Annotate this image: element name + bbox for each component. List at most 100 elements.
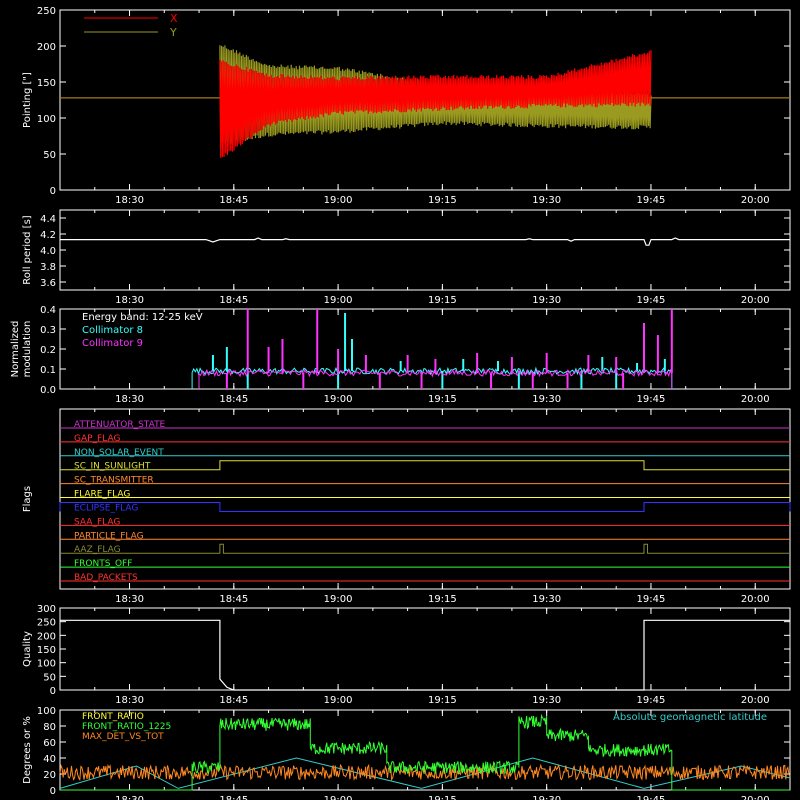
legend-label: X <box>170 12 178 25</box>
y-tick-label: 4.4 <box>40 214 56 225</box>
x-tick-label: 18:45 <box>219 594 248 605</box>
y-tick-label: 20 <box>43 770 56 781</box>
x-tick-label: 19:15 <box>428 695 457 706</box>
flag-line <box>59 502 791 512</box>
x-tick-label: 18:30 <box>115 695 144 706</box>
x-tick-label: 18:45 <box>219 195 248 206</box>
x-tick-label: 19:00 <box>324 295 353 306</box>
x-tick-label: 18:30 <box>115 394 144 405</box>
y-tick-label: 0 <box>50 686 56 697</box>
y-axis-label: Degrees or % <box>22 716 33 784</box>
y-tick-label: 4.0 <box>40 246 56 257</box>
legend-label: Y <box>169 26 177 39</box>
flag-label: GAP_FLAG <box>74 434 120 444</box>
y-tick-label: 0 <box>50 186 56 197</box>
legend-label: FRONT_RATIO <box>82 712 144 722</box>
y-tick-label: 3.8 <box>40 262 56 273</box>
panel-modulation: 18:30 18:45 19:00 19:15 19:30 19:45 20:00 0.0 0.… <box>10 305 791 405</box>
x-tick-label: 19:15 <box>428 594 457 605</box>
flag-label: PARTICLE_FLAG <box>74 531 144 541</box>
y-tick-label: 80 <box>43 722 56 733</box>
y-axis-label: Quality <box>22 631 33 667</box>
y-tick-label: 0 <box>50 786 56 797</box>
x-tick-label: 19:45 <box>637 295 666 306</box>
x-tick-label: 20:00 <box>741 695 770 706</box>
x-tick-label: 19:15 <box>428 394 457 405</box>
x-tick-label: 19:30 <box>532 795 561 800</box>
y-tick-label: 300 <box>37 604 56 615</box>
quality-series-line <box>60 619 790 691</box>
legend-label: FRONT_RATIO_1225 <box>82 722 171 732</box>
legend-label: Collimator 8 <box>82 325 143 336</box>
flag-label: SC_IN_SUNLIGHT <box>74 462 151 472</box>
x-tick-label: 19:00 <box>324 594 353 605</box>
y-tick-label: 100 <box>37 659 56 670</box>
y-tick-label: 3.6 <box>40 278 56 289</box>
x-tick-label: 20:00 <box>741 795 770 800</box>
y-tick-label: 200 <box>37 631 56 642</box>
y-axis-label: Flags <box>22 486 33 512</box>
x-tick-label: 19:45 <box>637 394 666 405</box>
y-tick-label: 250 <box>37 618 56 629</box>
panel-quality: 18:30 18:45 19:00 19:15 19:30 19:45 20:00 0 50 10… <box>22 604 791 706</box>
y-tick-label: 150 <box>37 645 56 656</box>
x-tick-label: 18:45 <box>219 695 248 706</box>
y-tick-label: 0.3 <box>40 325 56 336</box>
flags-frame <box>59 408 791 590</box>
modulation-series-line <box>191 366 673 389</box>
y-axis-label: Pointing ["] <box>22 72 33 128</box>
flag-label: SAA_FLAG <box>74 517 120 527</box>
y-axis-label: Roll period [s] <box>22 215 33 284</box>
flag-label: NON_SOLAR_EVENT <box>74 448 164 458</box>
flag-line <box>60 543 790 554</box>
x-tick-label: 19:45 <box>637 195 666 206</box>
legend-label: Collimator 9 <box>82 338 143 349</box>
y-axis-label: modulation <box>22 321 33 378</box>
x-tick-label: 18:30 <box>115 295 144 306</box>
x-tick-label: 18:45 <box>219 795 248 800</box>
x-tick-label: 18:30 <box>115 594 144 605</box>
x-tick-label: 18:45 <box>219 394 248 405</box>
x-tick-label: 19:45 <box>637 594 666 605</box>
x-tick-label: 19:30 <box>532 394 561 405</box>
flag-label: SC_TRANSMITTER <box>74 476 154 486</box>
y-tick-label: 100 <box>37 114 56 125</box>
flag-line <box>60 460 790 471</box>
flag-label: BAD_PACKETS <box>74 573 138 583</box>
y-tick-label: 0.2 <box>40 345 56 356</box>
x-tick-label: 19:30 <box>532 195 561 206</box>
y-tick-label: 0.1 <box>40 365 56 376</box>
x-tick-label: 20:00 <box>741 295 770 306</box>
panel-roll: 18:30 18:45 19:00 19:15 19:30 19:45 20:00 3.6 3.… <box>22 209 791 306</box>
flag-label: ATTENUATOR_STATE <box>74 420 166 430</box>
y-tick-label: 0.0 <box>40 385 56 396</box>
x-tick-label: 19:00 <box>324 394 353 405</box>
x-tick-label: 18:30 <box>115 795 144 800</box>
y-tick-label: 0.4 <box>40 305 56 316</box>
flag-label: FRONTS_OFF <box>74 559 132 569</box>
panel-pointing: 18:30 18:45 19:00 19:15 19:30 19:45 20:00 0 50 10… <box>22 6 791 206</box>
x-tick-label: 19:30 <box>532 695 561 706</box>
y-tick-label: 100 <box>37 706 56 717</box>
flag-label: ECLIPSE_FLAG <box>74 503 138 513</box>
y-tick-label: 60 <box>43 738 56 749</box>
latitude-annotation: Absolute geomagnetic latitude <box>613 712 767 723</box>
y-tick-label: 4.2 <box>40 230 56 241</box>
x-tick-label: 20:00 <box>741 195 770 206</box>
x-tick-label: 19:30 <box>532 295 561 306</box>
roll-frame <box>59 209 791 291</box>
energy-band-annotation: Energy band: 12-25 keV <box>82 312 203 323</box>
legend-label: MAX_DET_VS_TOT <box>82 732 164 742</box>
x-tick-label: 19:00 <box>324 795 353 800</box>
flag-label: FLARE_FLAG <box>74 490 130 500</box>
y-tick-label: 250 <box>37 6 56 17</box>
panel-ratios: 18:30 18:45 19:00 19:15 19:30 19:45 20:00 0 20 40… <box>22 706 791 800</box>
flag-label: AAZ_FLAG <box>74 545 121 555</box>
x-tick-label: 18:30 <box>115 195 144 206</box>
x-tick-label: 19:15 <box>428 295 457 306</box>
x-tick-label: 19:00 <box>324 695 353 706</box>
chart-figure: 18:30 18:45 19:00 19:15 19:30 19:45 20:00 0 50 10… <box>10 6 791 800</box>
x-tick-label: 19:15 <box>428 195 457 206</box>
x-tick-label: 19:45 <box>637 695 666 706</box>
y-axis-label: Normalized <box>10 321 21 378</box>
